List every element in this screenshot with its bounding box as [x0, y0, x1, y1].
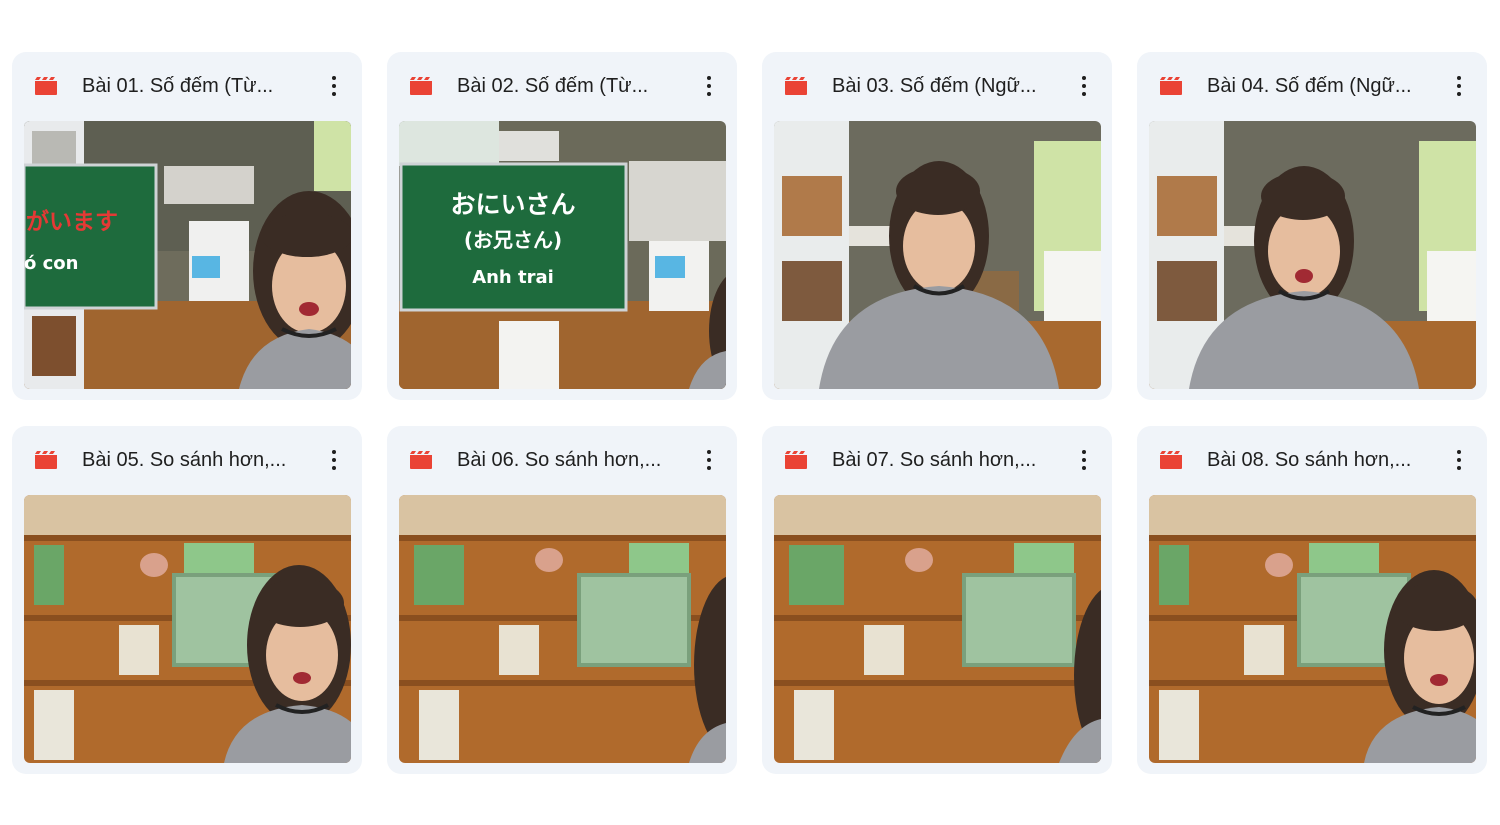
- more-options-button[interactable]: [1072, 446, 1096, 474]
- file-card-header[interactable]: Bài 04. Số đếm (Ngữ...: [1137, 52, 1487, 120]
- file-card-header[interactable]: Bài 02. Số đếm (Từ...: [387, 52, 737, 120]
- more-options-button[interactable]: [322, 72, 346, 100]
- video-icon: [35, 77, 57, 95]
- video-icon: [35, 451, 57, 469]
- video-thumbnail[interactable]: [1149, 121, 1476, 389]
- more-options-button[interactable]: [1447, 72, 1471, 100]
- board-text-line2: ó con: [24, 253, 78, 274]
- file-card[interactable]: Bài 05. So sánh hơn,...: [12, 426, 362, 774]
- file-card-header[interactable]: Bài 05. So sánh hơn,...: [12, 426, 362, 494]
- more-options-button[interactable]: [697, 446, 721, 474]
- file-title[interactable]: Bài 04. Số đếm (Ngữ...: [1207, 72, 1429, 100]
- board-text-line3: Anh trai: [472, 267, 554, 288]
- board-text-line2: (お兄さん): [464, 228, 562, 252]
- video-thumbnail[interactable]: [774, 121, 1101, 389]
- file-card[interactable]: Bài 03. Số đếm (Ngữ...: [762, 52, 1112, 400]
- video-thumbnail[interactable]: [1149, 495, 1476, 763]
- video-icon: [410, 451, 432, 469]
- video-icon: [410, 77, 432, 95]
- video-icon: [1160, 451, 1182, 469]
- file-card[interactable]: Bài 01. Số đếm (Từ... がいます ó con: [12, 52, 362, 400]
- board-text-line1: おにいさん: [450, 190, 575, 219]
- video-thumbnail[interactable]: [399, 495, 726, 763]
- file-card[interactable]: Bài 07. So sánh hơn,...: [762, 426, 1112, 774]
- file-card[interactable]: Bài 04. Số đếm (Ngữ...: [1137, 52, 1487, 400]
- file-card-header[interactable]: Bài 03. Số đếm (Ngữ...: [762, 52, 1112, 120]
- more-options-button[interactable]: [322, 446, 346, 474]
- file-title[interactable]: Bài 01. Số đếm (Từ...: [82, 72, 304, 100]
- video-icon: [1160, 77, 1182, 95]
- more-options-button[interactable]: [697, 72, 721, 100]
- file-card-header[interactable]: Bài 06. So sánh hơn,...: [387, 426, 737, 494]
- video-icon: [785, 451, 807, 469]
- file-grid: Bài 01. Số đếm (Từ... がいます ó con Bài 02.…: [0, 0, 1500, 825]
- file-title[interactable]: Bài 02. Số đếm (Từ...: [457, 72, 679, 100]
- video-thumbnail[interactable]: [774, 495, 1101, 763]
- file-title[interactable]: Bài 05. So sánh hơn,...: [82, 446, 304, 474]
- file-card[interactable]: Bài 08. So sánh hơn,...: [1137, 426, 1487, 774]
- file-title[interactable]: Bài 08. So sánh hơn,...: [1207, 446, 1429, 474]
- video-icon: [785, 77, 807, 95]
- file-title[interactable]: Bài 06. So sánh hơn,...: [457, 446, 679, 474]
- file-title[interactable]: Bài 03. Số đếm (Ngữ...: [832, 72, 1054, 100]
- file-card-header[interactable]: Bài 07. So sánh hơn,...: [762, 426, 1112, 494]
- file-card-header[interactable]: Bài 08. So sánh hơn,...: [1137, 426, 1487, 494]
- video-thumbnail[interactable]: がいます ó con: [24, 121, 351, 389]
- video-thumbnail[interactable]: [24, 495, 351, 763]
- video-thumbnail[interactable]: おにいさん (お兄さん) Anh trai: [399, 121, 726, 389]
- more-options-button[interactable]: [1072, 72, 1096, 100]
- more-options-button[interactable]: [1447, 446, 1471, 474]
- file-card[interactable]: Bài 06. So sánh hơn,...: [387, 426, 737, 774]
- file-card-header[interactable]: Bài 01. Số đếm (Từ...: [12, 52, 362, 120]
- file-title[interactable]: Bài 07. So sánh hơn,...: [832, 446, 1054, 474]
- board-text-line1: がいます: [26, 208, 118, 235]
- file-card[interactable]: Bài 02. Số đếm (Từ... おにいさん (お兄さん) Anh t…: [387, 52, 737, 400]
